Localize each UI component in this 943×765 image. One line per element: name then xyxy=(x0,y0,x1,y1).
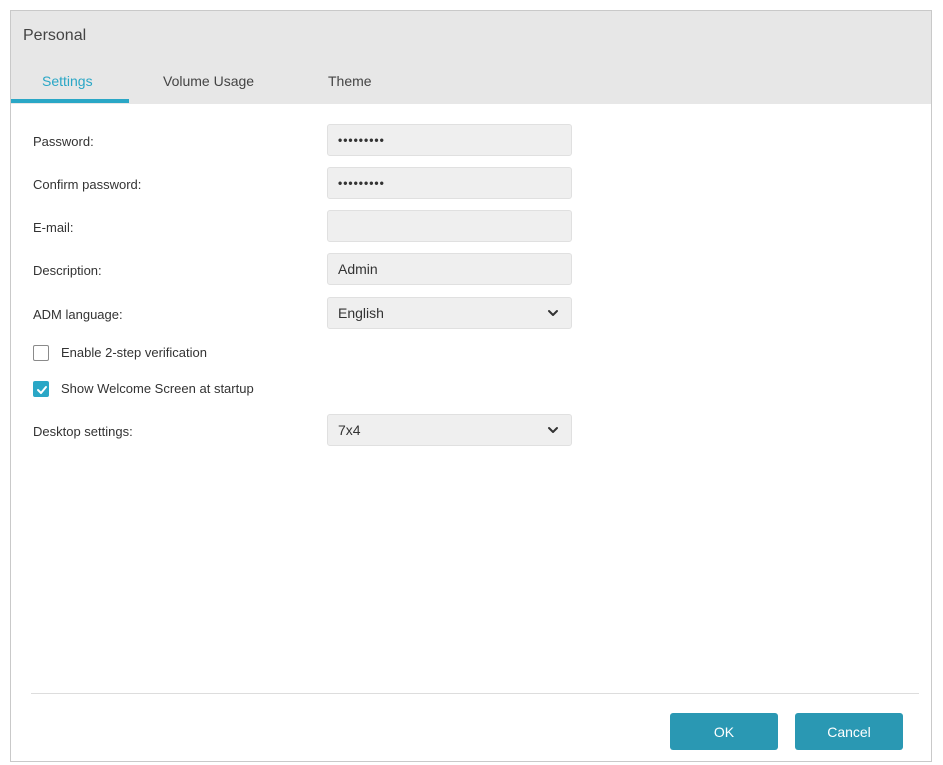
cancel-button[interactable]: Cancel xyxy=(795,713,903,750)
welcome-screen-checkbox[interactable] xyxy=(33,381,49,397)
tab-theme[interactable]: Theme xyxy=(328,73,372,89)
password-field[interactable]: ••••••••• xyxy=(327,124,572,156)
personal-dialog: Personal Settings Volume Usage Theme Pas… xyxy=(10,10,932,762)
desktop-settings-select[interactable]: 7x4 xyxy=(327,414,572,446)
dialog-header: Personal Settings Volume Usage Theme xyxy=(11,11,931,104)
footer-divider xyxy=(31,693,919,694)
email-field[interactable] xyxy=(327,210,572,242)
chevron-down-icon xyxy=(548,427,558,433)
check-icon xyxy=(37,386,47,394)
dialog-title: Personal xyxy=(23,27,87,44)
adm-language-label: ADM language: xyxy=(33,307,123,322)
welcome-screen-label: Show Welcome Screen at startup xyxy=(61,381,254,396)
desktop-settings-value: 7x4 xyxy=(338,422,361,438)
description-label: Description: xyxy=(33,263,102,278)
confirm-password-field[interactable]: ••••••••• xyxy=(327,167,572,199)
active-tab-indicator xyxy=(11,99,129,103)
email-label: E-mail: xyxy=(33,220,74,235)
adm-language-value: English xyxy=(338,305,384,321)
chevron-down-icon xyxy=(548,310,558,316)
confirm-password-label: Confirm password: xyxy=(33,177,142,192)
description-field[interactable]: Admin xyxy=(327,253,572,285)
two-step-verification-checkbox[interactable] xyxy=(33,345,49,361)
tab-volume-usage[interactable]: Volume Usage xyxy=(163,73,254,89)
tab-settings[interactable]: Settings xyxy=(42,73,93,89)
password-label: Password: xyxy=(33,134,94,149)
ok-button[interactable]: OK xyxy=(670,713,778,750)
adm-language-select[interactable]: English xyxy=(327,297,572,329)
desktop-settings-label: Desktop settings: xyxy=(33,424,133,439)
two-step-verification-label: Enable 2-step verification xyxy=(61,345,207,360)
